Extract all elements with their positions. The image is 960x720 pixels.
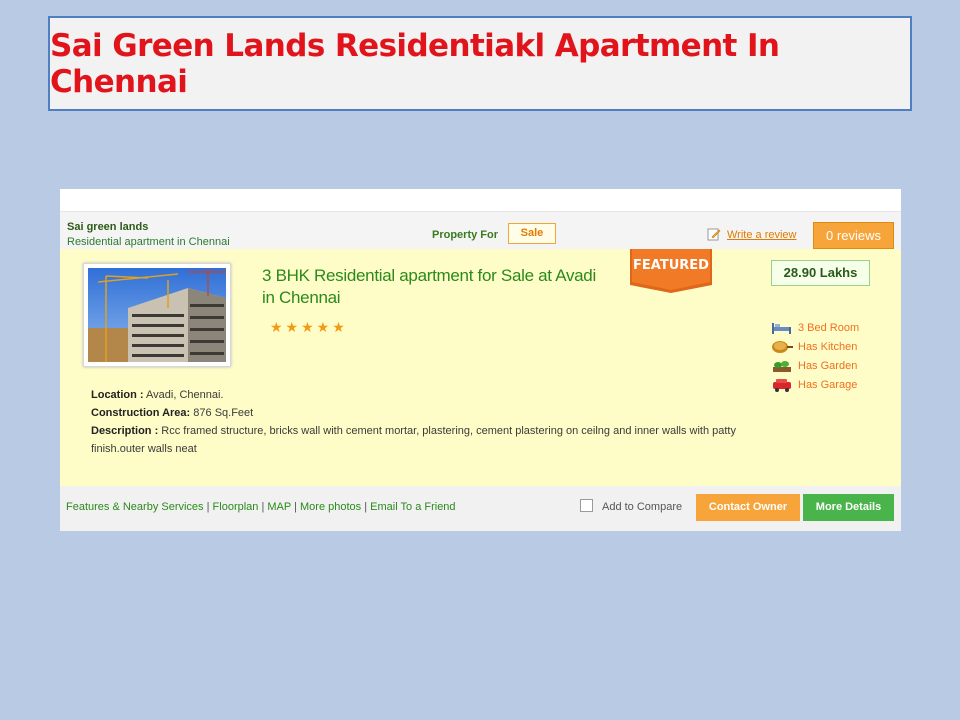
- kitchen-icon: [772, 341, 793, 353]
- amenity-label: Has Garage: [798, 379, 858, 391]
- description-value: Rcc framed structure, bricks wall with c…: [91, 425, 736, 455]
- property-photo[interactable]: [83, 263, 231, 367]
- map-link[interactable]: MAP: [267, 501, 291, 513]
- more-photos-link[interactable]: More photos: [300, 501, 361, 513]
- featured-ribbon: FEATURED: [628, 249, 714, 293]
- garden-icon: [773, 361, 791, 372]
- features-link[interactable]: Features & Nearby Services: [66, 501, 204, 513]
- property-for-badge: Sale: [508, 223, 556, 244]
- rating-stars: ★★★★★: [270, 319, 348, 335]
- floorplan-link[interactable]: Floorplan: [213, 501, 259, 513]
- compare-checkbox[interactable]: [580, 499, 593, 512]
- link-separator: |: [206, 501, 210, 513]
- area-value: 876 Sq.Feet: [193, 407, 254, 419]
- reviews-button[interactable]: 0 reviews: [813, 222, 894, 249]
- description-row: Description : Rcc framed structure, bric…: [91, 422, 741, 458]
- reviews-label: reviews: [836, 228, 881, 243]
- contact-owner-button[interactable]: Contact Owner: [696, 494, 800, 521]
- compare-label: Add to Compare: [602, 501, 683, 513]
- location-value: Avadi, Chennai.: [146, 389, 224, 401]
- slide-title-box: Sai Green Lands Residentiakl Apartment I…: [48, 16, 912, 111]
- amenity-label: 3 Bed Room: [798, 322, 860, 334]
- link-separator: |: [294, 501, 297, 513]
- link-separator: |: [364, 501, 368, 513]
- featured-label: FEATURED: [633, 258, 709, 273]
- building-construction-image: [88, 268, 226, 362]
- link-separator: |: [261, 501, 265, 513]
- footer-links: Features & Nearby Services | Floorplan |…: [66, 501, 456, 513]
- location-row: Location : Avadi, Chennai.: [91, 386, 741, 404]
- area-row: Construction Area: 876 Sq.Feet: [91, 404, 741, 422]
- email-friend-link[interactable]: Email To a Friend: [370, 501, 455, 513]
- owner-name-link[interactable]: Sai green lands: [67, 221, 148, 233]
- more-details-button[interactable]: More Details: [803, 494, 894, 521]
- listing-header: Sai green lands Residential apartment in…: [60, 211, 901, 250]
- price-badge: 28.90 Lakhs: [771, 260, 870, 286]
- slide-title: Sai Green Lands Residentiakl Apartment I…: [50, 27, 780, 100]
- area-label: Construction Area:: [91, 407, 191, 419]
- property-for-label: Property For: [432, 229, 499, 241]
- listing-card: Sai green lands Residential apartment in…: [60, 189, 901, 531]
- garage-icon: [773, 379, 791, 392]
- reviews-count: 0: [826, 228, 834, 243]
- pencil-icon: [707, 228, 721, 241]
- location-label: Location :: [91, 389, 144, 401]
- amenity-label: Has Kitchen: [798, 341, 858, 353]
- listing-body: 3 BHK Residential apartment for Sale at …: [60, 249, 901, 486]
- bed-icon: [772, 323, 791, 334]
- listing-title-link[interactable]: 3 BHK Residential apartment for Sale at …: [262, 265, 602, 309]
- description-label: Description :: [91, 425, 159, 437]
- owner-subtitle: Residential apartment in Chennai: [67, 236, 230, 248]
- listing-footer: Features & Nearby Services | Floorplan |…: [60, 486, 901, 531]
- amenity-label: Has Garden: [798, 360, 858, 372]
- write-review-link[interactable]: Write a review: [727, 229, 796, 241]
